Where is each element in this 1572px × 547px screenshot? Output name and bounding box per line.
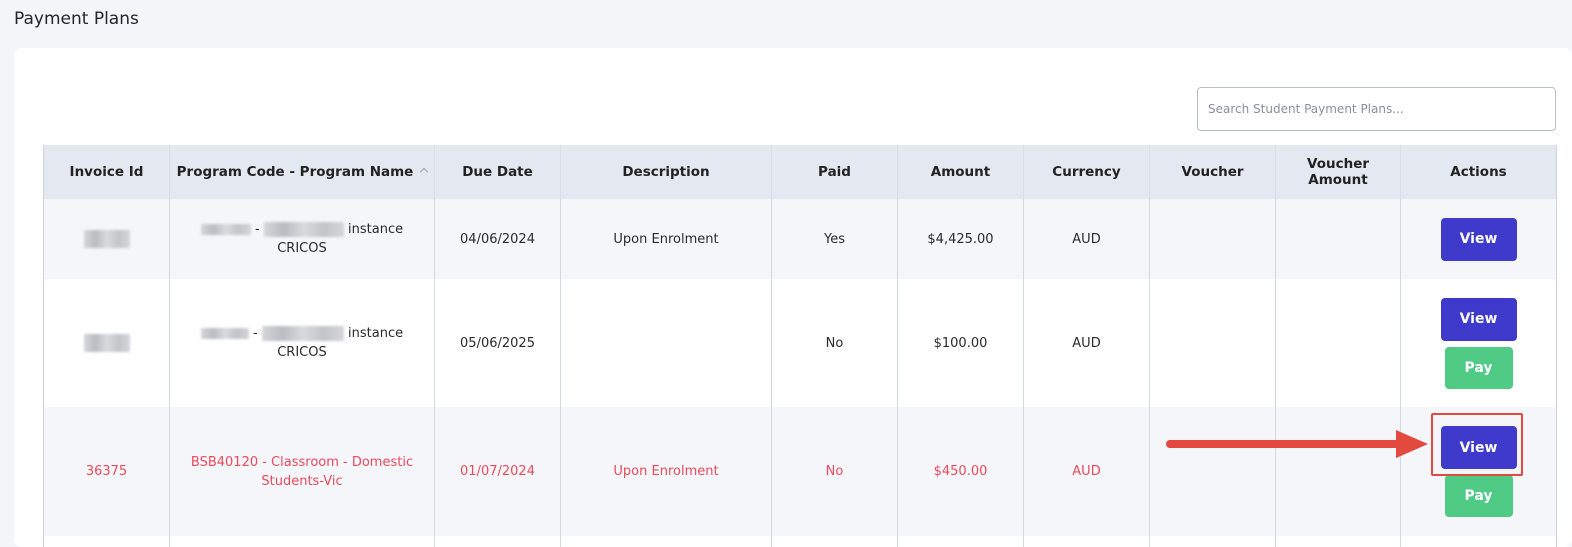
voucher-amount-cell (1275, 279, 1401, 407)
page-title: Payment Plans (14, 9, 139, 29)
redacted-program-name (261, 326, 344, 341)
paid-cell: No (771, 279, 898, 407)
voucher-cell (1149, 279, 1276, 407)
description-cell: Upon Enrolment (560, 199, 772, 279)
header-actions: Actions (1400, 145, 1557, 199)
redacted-program-name (263, 222, 344, 237)
table-row: - instance CRICOS 04/06/2024 Upon Enrolm… (43, 199, 1557, 279)
invoice-id-cell: 36375 (43, 407, 170, 536)
amount-cell: $450.00 (897, 407, 1024, 536)
currency-cell: AUD (1023, 199, 1150, 279)
program-cell: - instance CRICOS (169, 199, 435, 279)
table-row: 36375 BSB40120 - Classroom - Domestic St… (43, 407, 1557, 536)
program-suffix: instance (348, 222, 404, 237)
program-cell: BSB40120 - Classroom - Domestic Students… (169, 407, 435, 536)
header-invoice-id[interactable]: Invoice Id (43, 145, 170, 199)
program-line2: Students-Vic (261, 473, 343, 489)
voucher-cell (1149, 199, 1276, 279)
redacted-program-code (200, 224, 251, 235)
header-amount[interactable]: Amount (897, 145, 1024, 199)
paid-cell: Yes (771, 199, 898, 279)
header-paid[interactable]: Paid (771, 145, 898, 199)
description-cell (560, 279, 772, 407)
table-row (43, 536, 1557, 547)
view-button-row-3[interactable]: View (1440, 426, 1517, 469)
view-button[interactable]: View (1440, 297, 1517, 341)
pay-button[interactable]: Pay (1444, 475, 1513, 517)
actions-cell: View Pay (1400, 279, 1557, 407)
currency-cell: AUD (1023, 407, 1150, 536)
actions-cell: View Pay (1400, 407, 1557, 536)
amount-cell: $4,425.00 (897, 199, 1024, 279)
header-program[interactable]: Program Code - Program Name (169, 145, 435, 199)
redacted-invoice-id (83, 334, 130, 352)
paid-cell: No (771, 407, 898, 536)
redacted-program-code (200, 328, 249, 339)
program-suffix: instance (348, 326, 404, 341)
payment-plans-table: Invoice Id Program Code - Program Name D… (43, 145, 1557, 547)
due-date-cell: 01/07/2024 (434, 407, 561, 536)
voucher-amount-cell (1275, 407, 1401, 536)
invoice-id-cell (43, 199, 170, 279)
redacted-invoice-id (83, 230, 130, 248)
voucher-cell (1149, 407, 1276, 536)
program-cell: - instance CRICOS (169, 279, 435, 407)
header-voucher-amount[interactable]: Voucher Amount (1275, 145, 1401, 199)
description-cell: Upon Enrolment (560, 407, 772, 536)
program-line2: CRICOS (277, 345, 327, 360)
table-header-row: Invoice Id Program Code - Program Name D… (43, 145, 1557, 199)
amount-cell: $100.00 (897, 279, 1024, 407)
program-line2: CRICOS (277, 241, 327, 256)
due-date-cell: 04/06/2024 (434, 199, 561, 279)
table-row: - instance CRICOS 05/06/2025 No $100.00 … (43, 279, 1557, 407)
program-line1: BSB40120 - Classroom - Domestic (190, 454, 414, 470)
header-currency[interactable]: Currency (1023, 145, 1150, 199)
view-button[interactable]: View (1440, 217, 1517, 261)
header-voucher[interactable]: Voucher (1149, 145, 1276, 199)
currency-cell: AUD (1023, 279, 1150, 407)
pay-button[interactable]: Pay (1444, 346, 1513, 389)
header-program-label: Program Code - Program Name (176, 164, 414, 180)
due-date-cell: 05/06/2025 (434, 279, 561, 407)
search-input[interactable] (1197, 87, 1556, 131)
sort-ascending-icon[interactable] (420, 167, 429, 177)
invoice-id-cell (43, 279, 170, 407)
actions-cell: View (1400, 199, 1557, 279)
header-description[interactable]: Description (560, 145, 772, 199)
header-due-date[interactable]: Due Date (434, 145, 561, 199)
voucher-amount-cell (1275, 199, 1401, 279)
